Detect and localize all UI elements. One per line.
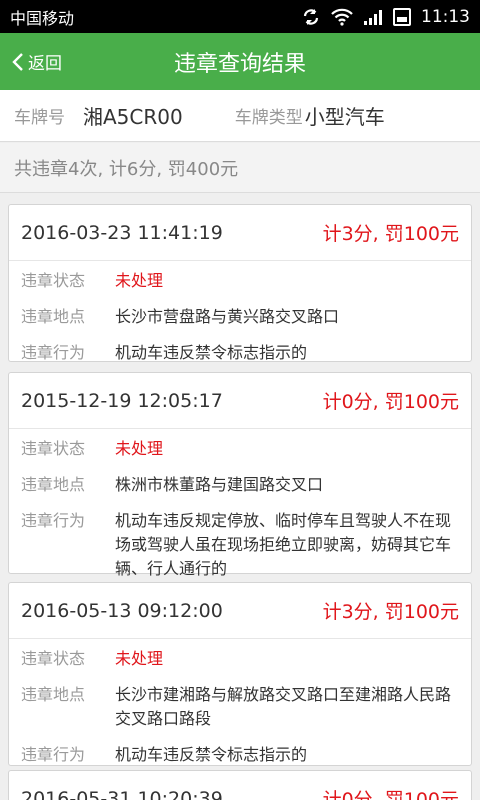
violation-card[interactable]: 2016-03-23 11:41:19 计3分, 罚100元 违章状态 未处理 … (8, 204, 472, 362)
back-button[interactable]: 返回 (12, 33, 62, 90)
back-label: 返回 (28, 54, 62, 74)
location-row: 违章地点 长沙市营盘路与黄兴路交叉路口 (9, 305, 471, 329)
location-label: 违章地点 (21, 685, 86, 704)
behavior-value: 机动车违反禁令标志指示的 (115, 745, 308, 764)
location-row: 违章地点 株洲市株董路与建国路交叉口 (9, 473, 471, 497)
status-label: 违章状态 (21, 439, 86, 458)
violation-datetime: 2016-05-31 10:20:39 (21, 787, 223, 800)
violation-penalty: 计0分, 罚100元 (322, 789, 459, 800)
violation-card[interactable]: 2016-05-31 10:20:39 计0分, 罚100元 (8, 770, 472, 800)
location-value: 株洲市株董路与建国路交叉口 (115, 475, 324, 494)
sync-icon (303, 8, 319, 25)
status-icons: 11:13 (301, 7, 470, 27)
behavior-value: 机动车违反禁令标志指示的 (115, 343, 308, 362)
carrier-name: 中国移动 (10, 8, 75, 28)
violation-card[interactable]: 2016-05-13 09:12:00 计3分, 罚100元 违章状态 未处理 … (8, 582, 472, 766)
violation-summary: 共违章4次, 计6分, 罚400元 (0, 143, 480, 193)
location-value: 长沙市建湘路与解放路交叉路口至建湘路人民路交叉路口路段 (115, 685, 452, 728)
battery-icon (393, 7, 411, 26)
clock: 11:13 (421, 6, 470, 27)
violation-list[interactable]: 2016-03-23 11:41:19 计3分, 罚100元 违章状态 未处理 … (0, 193, 480, 800)
plate-type-label: 车牌类型 (234, 108, 303, 128)
card-header: 2015-12-19 12:05:17 计0分, 罚100元 (9, 373, 471, 429)
plate-number-label: 车牌号 (14, 108, 65, 128)
behavior-label: 违章行为 (21, 745, 86, 764)
behavior-row: 违章行为 机动车违反禁令标志指示的 (9, 743, 471, 767)
status-label: 违章状态 (21, 649, 86, 668)
behavior-row: 违章行为 机动车违反规定停放、临时停车且驾驶人不在现场或驾驶人虽在现场拒绝立即驶… (9, 509, 471, 581)
behavior-value: 机动车违反规定停放、临时停车且驾驶人不在现场或驾驶人虽在现场拒绝立即驶离，妨碍其… (115, 511, 452, 578)
status-bar: 中国移动 11:13 (0, 0, 480, 33)
status-row: 违章状态 未处理 (9, 269, 471, 293)
wifi-icon (331, 8, 353, 26)
status-value: 未处理 (115, 439, 164, 458)
violation-card[interactable]: 2015-12-19 12:05:17 计0分, 罚100元 违章状态 未处理 … (8, 372, 472, 578)
status-value: 未处理 (115, 649, 164, 668)
signal-icon (364, 9, 382, 25)
location-value: 长沙市营盘路与黄兴路交叉路口 (115, 307, 340, 326)
plate-info: 车牌号 湘A5CR00 车牌类型 小型汽车 (0, 90, 480, 142)
violation-datetime: 2016-03-23 11:41:19 (21, 221, 223, 244)
chevron-left-icon (12, 52, 23, 71)
page-title: 违章查询结果 (173, 51, 306, 77)
behavior-label: 违章行为 (21, 343, 86, 362)
title-bar: 返回 违章查询结果 (0, 33, 480, 90)
card-header: 2016-05-13 09:12:00 计3分, 罚100元 (9, 583, 471, 639)
plate-type-value: 小型汽车 (304, 105, 385, 129)
status-row: 违章状态 未处理 (9, 437, 471, 461)
location-row: 违章地点 长沙市建湘路与解放路交叉路口至建湘路人民路交叉路口路段 (9, 683, 471, 731)
location-label: 违章地点 (21, 475, 86, 494)
violation-datetime: 2016-05-13 09:12:00 (21, 599, 223, 622)
violation-datetime: 2015-12-19 12:05:17 (21, 389, 223, 412)
plate-number-value: 湘A5CR00 (83, 105, 183, 129)
violation-penalty: 计3分, 罚100元 (322, 601, 459, 623)
status-row: 违章状态 未处理 (9, 647, 471, 671)
card-header: 2016-05-31 10:20:39 计0分, 罚100元 (9, 771, 471, 800)
card-header: 2016-03-23 11:41:19 计3分, 罚100元 (9, 205, 471, 261)
location-label: 违章地点 (21, 307, 86, 326)
status-value: 未处理 (115, 271, 164, 290)
violation-penalty: 计3分, 罚100元 (322, 223, 459, 245)
behavior-label: 违章行为 (21, 511, 86, 530)
violation-penalty: 计0分, 罚100元 (322, 391, 459, 413)
status-label: 违章状态 (21, 271, 86, 290)
behavior-row: 违章行为 机动车违反禁令标志指示的 (9, 341, 471, 365)
